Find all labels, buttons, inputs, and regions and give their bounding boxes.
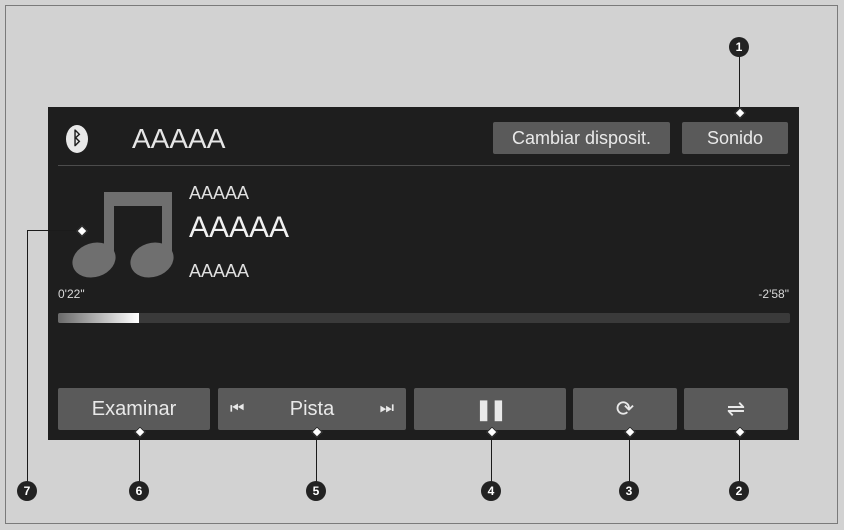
music-note-icon (72, 192, 174, 278)
callout-line-5 (316, 432, 317, 482)
callout-line-6 (139, 432, 140, 482)
elapsed-time: 0'22" (58, 287, 85, 301)
repeat-icon: ⟳ (615, 396, 635, 421)
callout-badge-2: 2 (729, 481, 749, 501)
artist-text: AAAAA (189, 183, 250, 203)
callout-badge-6: 6 (129, 481, 149, 501)
callout-badge-4: 4 (481, 481, 501, 501)
callout-badge-3: 3 (619, 481, 639, 501)
next-track-icon[interactable]: ⏭ (380, 400, 394, 418)
pause-button[interactable]: ❚❚ (414, 388, 566, 430)
change-device-button[interactable]: Cambiar disposit. (493, 122, 670, 154)
bluetooth-icon: ᛒ (66, 125, 88, 153)
callout-line-1 (739, 56, 740, 112)
callout-badge-7: 7 (17, 481, 37, 501)
shuffle-button[interactable]: ⇌ (684, 388, 788, 430)
callout-line-2 (739, 432, 740, 482)
shuffle-icon: ⇌ (726, 396, 746, 421)
progress-bar[interactable] (58, 313, 790, 323)
callout-line-7v (27, 230, 28, 482)
audio-screen: ᛒ AAAAA Cambiar disposit. Sonido AAAAA A… (48, 107, 799, 440)
callout-line-3 (629, 432, 630, 482)
source-title: AAAAA (132, 123, 226, 154)
song-title-text: AAAAA (189, 211, 290, 244)
remaining-time: -2'58" (758, 287, 789, 301)
header-divider (58, 165, 790, 166)
callout-badge-1: 1 (729, 37, 749, 57)
progress-fill (58, 313, 139, 323)
sound-button[interactable]: Sonido (682, 122, 788, 154)
callout-badge-5: 5 (306, 481, 326, 501)
browse-label: Examinar (91, 397, 177, 420)
album-text: AAAAA (189, 261, 250, 281)
previous-track-icon[interactable]: ⏮ (230, 400, 244, 418)
browse-button[interactable]: Examinar (58, 388, 210, 430)
pause-icon: ❚❚ (475, 398, 506, 421)
track-label: Pista (289, 397, 335, 420)
callout-line-4 (491, 432, 492, 482)
repeat-button[interactable]: ⟳ (573, 388, 677, 430)
track-skip-control[interactable]: ⏮ Pista ⏭ (218, 388, 406, 430)
callout-line-7h (27, 230, 81, 231)
